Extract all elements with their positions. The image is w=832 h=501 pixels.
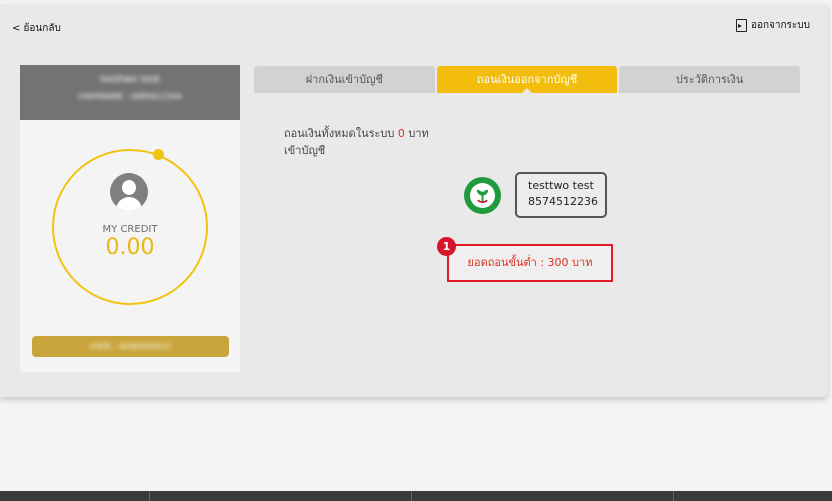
profile-name: testtwo test [100,74,160,85]
credit-ring-indicator [153,149,164,160]
bottom-nav-bar [0,491,832,501]
user-id-text: USER : AUN0000012 [89,342,172,351]
bank-account-box: testtwo test 8574512236 [515,172,607,218]
tab-bar: ฝากเงินเข้าบัญชี ถอนเงินออกจากบัญชี ประว… [254,66,801,94]
step-badge: 1 [437,237,456,256]
main-panel: < ย้อนกลับ ออกจากระบบ testtwo test USERN… [0,4,828,397]
account-number: 8574512236 [528,195,598,208]
tab-deposit[interactable]: ฝากเงินเข้าบัญชี [254,66,435,93]
summary-amount: 0 [397,127,405,140]
tab-history[interactable]: ประวัติการเงิน [619,66,801,93]
profile-username: USERNAME : 0985612344 [78,92,182,101]
user-id-bar: USER : AUN0000012 [32,336,229,357]
summary-prefix: ถอนเงินทั้งหมดในระบบ [284,127,395,140]
logout-icon [735,19,747,32]
summary-suffix: บาท [408,127,429,140]
credit-value: 0.00 [105,235,155,260]
minimum-withdraw-notice: ยอดถอนขั้นต่ำ : 300 บาท [447,244,613,282]
profile-header: testtwo test USERNAME : 0985612344 [20,65,240,120]
summary-line2: เข้าบัญชี [284,144,326,157]
back-link[interactable]: < ย้อนกลับ [12,21,61,36]
profile-card: testtwo test USERNAME : 0985612344 MY CR… [20,65,240,372]
bank-logo-icon [464,177,501,214]
withdraw-summary: ถอนเงินทั้งหมดในระบบ 0 บาท เข้าบัญชี [284,125,429,159]
credit-label: MY CREDIT [102,224,158,235]
account-name: testtwo test [528,179,594,192]
tab-withdraw[interactable]: ถอนเงินออกจากบัญชี [436,66,618,94]
logout-label: ออกจากระบบ [750,20,810,31]
logout-button[interactable]: ออกจากระบบ [735,18,810,33]
avatar-icon [110,173,148,211]
